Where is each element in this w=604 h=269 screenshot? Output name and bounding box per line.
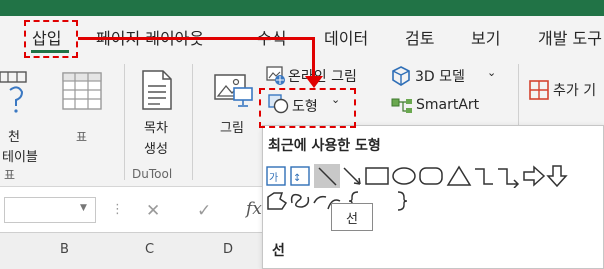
online-picture-icon[interactable] xyxy=(266,66,286,86)
annotation-arrow-line xyxy=(78,37,314,40)
pivot-table-label-bottom: 테이블 xyxy=(2,150,38,165)
right-arrow-icon[interactable] xyxy=(523,165,546,187)
column-header[interactable]: B xyxy=(60,242,69,257)
picture-label: 그림 xyxy=(220,121,244,136)
freeform-scribble-icon[interactable] xyxy=(290,193,310,208)
addin-label[interactable]: 추가 기 xyxy=(553,80,596,100)
annotation-arrow-line xyxy=(312,37,315,78)
column-header[interactable]: C xyxy=(145,242,154,257)
tooltip-text: 선 xyxy=(346,211,358,227)
tab-data[interactable]: 데이터 xyxy=(324,25,368,49)
pivot-table-label-top: 천 xyxy=(8,130,20,145)
rectangle-icon[interactable] xyxy=(365,167,389,185)
tab-review[interactable]: 검토 xyxy=(405,25,434,49)
function-icon[interactable]: fx xyxy=(246,199,262,219)
toc-label-top: 목차 xyxy=(144,121,168,136)
recent-shapes-heading: 최근에 사용한 도형 xyxy=(268,138,381,154)
pivot-table-icon[interactable] xyxy=(0,70,32,114)
down-arrow-icon[interactable] xyxy=(546,165,568,188)
shapes-button-highlight xyxy=(259,88,356,128)
smartart-label[interactable]: SmartArt xyxy=(416,97,479,113)
arrow-line-icon[interactable] xyxy=(343,167,361,185)
model-3d-chevron-icon[interactable]: ⌄ xyxy=(487,66,496,79)
elbow-arrow-connector-icon[interactable] xyxy=(498,168,520,188)
addin-icon[interactable] xyxy=(529,80,549,100)
right-brace-icon[interactable] xyxy=(397,191,408,211)
recent-shapes-row: 가 ↕ xyxy=(266,164,576,188)
shape-tooltip: 선 xyxy=(331,203,373,231)
tab-developer[interactable]: 개발 도구 xyxy=(538,25,602,49)
text-box-icon[interactable]: 가 xyxy=(266,166,286,186)
rounded-rectangle-icon[interactable] xyxy=(419,167,443,185)
annotation-arrowhead xyxy=(305,76,323,88)
title-bar-strip xyxy=(0,0,604,16)
lines-heading: 선 xyxy=(272,243,285,259)
ribbon-separator xyxy=(192,64,193,180)
vertical-text-box-icon[interactable]: ↕ xyxy=(290,166,310,186)
cube-3d-icon[interactable] xyxy=(391,66,411,86)
toc-label-bottom: 생성 xyxy=(144,142,168,157)
ribbon-separator xyxy=(124,64,125,180)
model-3d-label[interactable]: 3D 모델 xyxy=(415,66,465,86)
smartart-icon[interactable] xyxy=(391,97,413,115)
arc-icon[interactable] xyxy=(313,195,327,204)
name-box-chevron-icon[interactable]: ▼ xyxy=(80,203,87,213)
line-icon[interactable] xyxy=(314,164,340,188)
cancel-icon[interactable]: ✕ xyxy=(146,201,160,221)
group-label-dutool: DuTool xyxy=(132,167,173,181)
enter-icon[interactable]: ✓ xyxy=(197,201,211,221)
freeform-shape-icon[interactable] xyxy=(267,192,288,210)
group-label-tables: 표 xyxy=(4,168,16,182)
svg-text:가: 가 xyxy=(269,172,278,184)
oval-icon[interactable] xyxy=(392,167,416,185)
svg-text:↕: ↕ xyxy=(293,173,301,184)
formula-bar-grip-icon: ⋮ xyxy=(111,202,124,217)
document-icon[interactable] xyxy=(142,70,172,110)
triangle-icon[interactable] xyxy=(446,165,472,186)
tab-view[interactable]: 보기 xyxy=(471,25,500,49)
insert-tab-highlight xyxy=(24,20,78,58)
picture-icon[interactable] xyxy=(214,74,254,108)
table-small-label: 표 xyxy=(76,130,88,144)
column-header[interactable]: D xyxy=(223,242,233,257)
elbow-connector-icon[interactable] xyxy=(475,168,493,185)
table-icon[interactable] xyxy=(62,72,102,110)
